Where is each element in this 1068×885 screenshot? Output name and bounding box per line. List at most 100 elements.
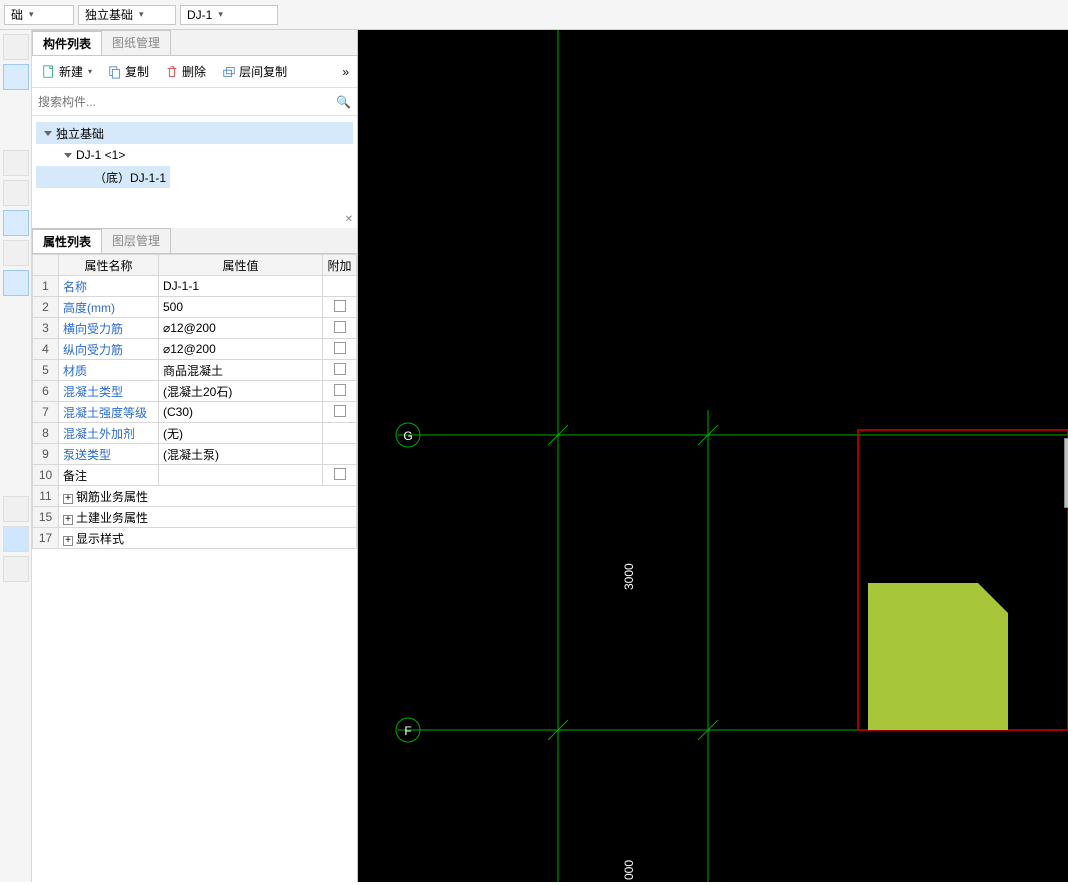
prop-add[interactable] [323, 339, 357, 360]
search-icon[interactable]: 🔍 [336, 95, 351, 109]
prop-value[interactable]: 商品混凝土 [159, 360, 323, 381]
checkbox-icon[interactable] [334, 384, 346, 396]
checkbox-icon[interactable] [334, 300, 346, 312]
group-label[interactable]: +钢筋业务属性 [59, 486, 357, 507]
property-panel: ✕ 属性列表 图层管理 属性名称 属性值 附加 1名称DJ-1-12高度(mm)… [32, 228, 357, 549]
combo-type[interactable]: 独立基础 ▾ [78, 5, 176, 25]
prop-value[interactable]: (混凝土泵) [159, 444, 323, 465]
rail-item[interactable] [3, 150, 29, 176]
layer-copy-button[interactable]: 层间复制 [216, 60, 293, 83]
scrollbar-thumb[interactable] [1064, 438, 1068, 508]
table-row[interactable]: 6混凝土类型(混凝土20石) [33, 381, 357, 402]
prop-add[interactable] [323, 360, 357, 381]
row-number: 7 [33, 402, 59, 423]
close-icon[interactable]: ✕ [345, 214, 353, 225]
table-row[interactable]: 2高度(mm)500 [33, 297, 357, 318]
checkbox-icon[interactable] [334, 405, 346, 417]
table-row[interactable]: 7混凝土强度等级(C30) [33, 402, 357, 423]
rail-item[interactable] [3, 556, 29, 582]
table-row[interactable]: 8混凝土外加剂(无) [33, 423, 357, 444]
tree-node-1[interactable]: DJ-1 <1> [36, 144, 353, 166]
rail-item[interactable] [3, 496, 29, 522]
row-number: 5 [33, 360, 59, 381]
copy-icon [108, 65, 122, 79]
group-label[interactable]: +显示样式 [59, 528, 357, 549]
rail-item-selected[interactable] [3, 526, 29, 552]
prop-add[interactable] [323, 381, 357, 402]
checkbox-icon[interactable] [334, 342, 346, 354]
tab-component-list[interactable]: 构件列表 [32, 30, 102, 55]
axis-label-f: F [404, 724, 411, 738]
table-row[interactable]: 1名称DJ-1-1 [33, 276, 357, 297]
drawing-canvas[interactable]: G F 3000 000 [358, 30, 1068, 882]
prop-value[interactable]: (混凝土20石) [159, 381, 323, 402]
axis-label-g: G [403, 429, 412, 443]
delete-button[interactable]: 删除 [159, 60, 212, 83]
header-name: 属性名称 [59, 255, 159, 276]
property-tabs: 属性列表 图层管理 [32, 228, 357, 254]
prop-add[interactable] [323, 318, 357, 339]
prop-add[interactable] [323, 465, 357, 486]
group-label[interactable]: +土建业务属性 [59, 507, 357, 528]
row-number: 10 [33, 465, 59, 486]
rail-item-active[interactable] [3, 64, 29, 90]
rail-item[interactable] [3, 270, 29, 296]
prop-name: 混凝土类型 [59, 381, 159, 402]
checkbox-icon[interactable] [334, 468, 346, 480]
chevron-down-icon: ▾ [218, 9, 223, 20]
prop-add[interactable] [323, 444, 357, 465]
table-row[interactable]: 10备注 [33, 465, 357, 486]
table-row[interactable]: 9泵送类型(混凝土泵) [33, 444, 357, 465]
tab-layer-manage[interactable]: 图层管理 [101, 228, 171, 253]
prop-value[interactable]: ⌀12@200 [159, 318, 323, 339]
tree-node-2[interactable]: （底）DJ-1-1 [36, 166, 170, 188]
prop-value[interactable]: (C30) [159, 402, 323, 423]
combo-category[interactable]: 础 ▾ [4, 5, 74, 25]
new-button[interactable]: 新建 ▾ [36, 60, 98, 83]
prop-value[interactable]: ⌀12@200 [159, 339, 323, 360]
expand-plus-icon[interactable]: + [63, 494, 73, 504]
checkbox-icon[interactable] [334, 363, 346, 375]
rail-item[interactable] [3, 34, 29, 60]
copy-button[interactable]: 复制 [102, 60, 155, 83]
prop-value[interactable]: DJ-1-1 [159, 276, 323, 297]
prop-value[interactable]: 500 [159, 297, 323, 318]
row-number: 1 [33, 276, 59, 297]
delete-label: 删除 [182, 63, 206, 80]
row-number: 17 [33, 528, 59, 549]
table-row[interactable]: 4纵向受力筋⌀12@200 [33, 339, 357, 360]
tree-root[interactable]: 独立基础 [36, 122, 353, 144]
table-row[interactable]: 3横向受力筋⌀12@200 [33, 318, 357, 339]
prop-add[interactable] [323, 297, 357, 318]
prop-add[interactable] [323, 423, 357, 444]
rail-item[interactable] [3, 180, 29, 206]
tab-drawing-manage[interactable]: 图纸管理 [101, 30, 171, 55]
row-number: 8 [33, 423, 59, 444]
expand-plus-icon[interactable]: + [63, 536, 73, 546]
trash-icon [165, 65, 179, 79]
rail-item[interactable] [3, 210, 29, 236]
component-toolbar: 新建 ▾ 复制 删除 层间复制 » [32, 56, 357, 88]
table-row[interactable]: 5材质商品混凝土 [33, 360, 357, 381]
rail-item[interactable] [3, 240, 29, 266]
prop-name: 横向受力筋 [59, 318, 159, 339]
checkbox-icon[interactable] [334, 321, 346, 333]
prop-name: 高度(mm) [59, 297, 159, 318]
cad-drawing: G F 3000 000 [358, 30, 1068, 882]
combo-type-text: 独立基础 [85, 6, 133, 23]
table-header-row: 属性名称 属性值 附加 [33, 255, 357, 276]
prop-value[interactable]: (无) [159, 423, 323, 444]
prop-name: 纵向受力筋 [59, 339, 159, 360]
table-group-row[interactable]: 17+显示样式 [33, 528, 357, 549]
prop-value[interactable] [159, 465, 323, 486]
table-group-row[interactable]: 15+土建业务属性 [33, 507, 357, 528]
expand-plus-icon[interactable]: + [63, 515, 73, 525]
tab-properties[interactable]: 属性列表 [32, 228, 102, 253]
combo-instance[interactable]: DJ-1 ▾ [180, 5, 278, 25]
search-input[interactable] [38, 95, 336, 109]
combo-category-text: 础 [11, 6, 23, 23]
table-group-row[interactable]: 11+钢筋业务属性 [33, 486, 357, 507]
toolbar-overflow[interactable]: » [338, 65, 353, 79]
prop-add[interactable] [323, 276, 357, 297]
prop-add[interactable] [323, 402, 357, 423]
